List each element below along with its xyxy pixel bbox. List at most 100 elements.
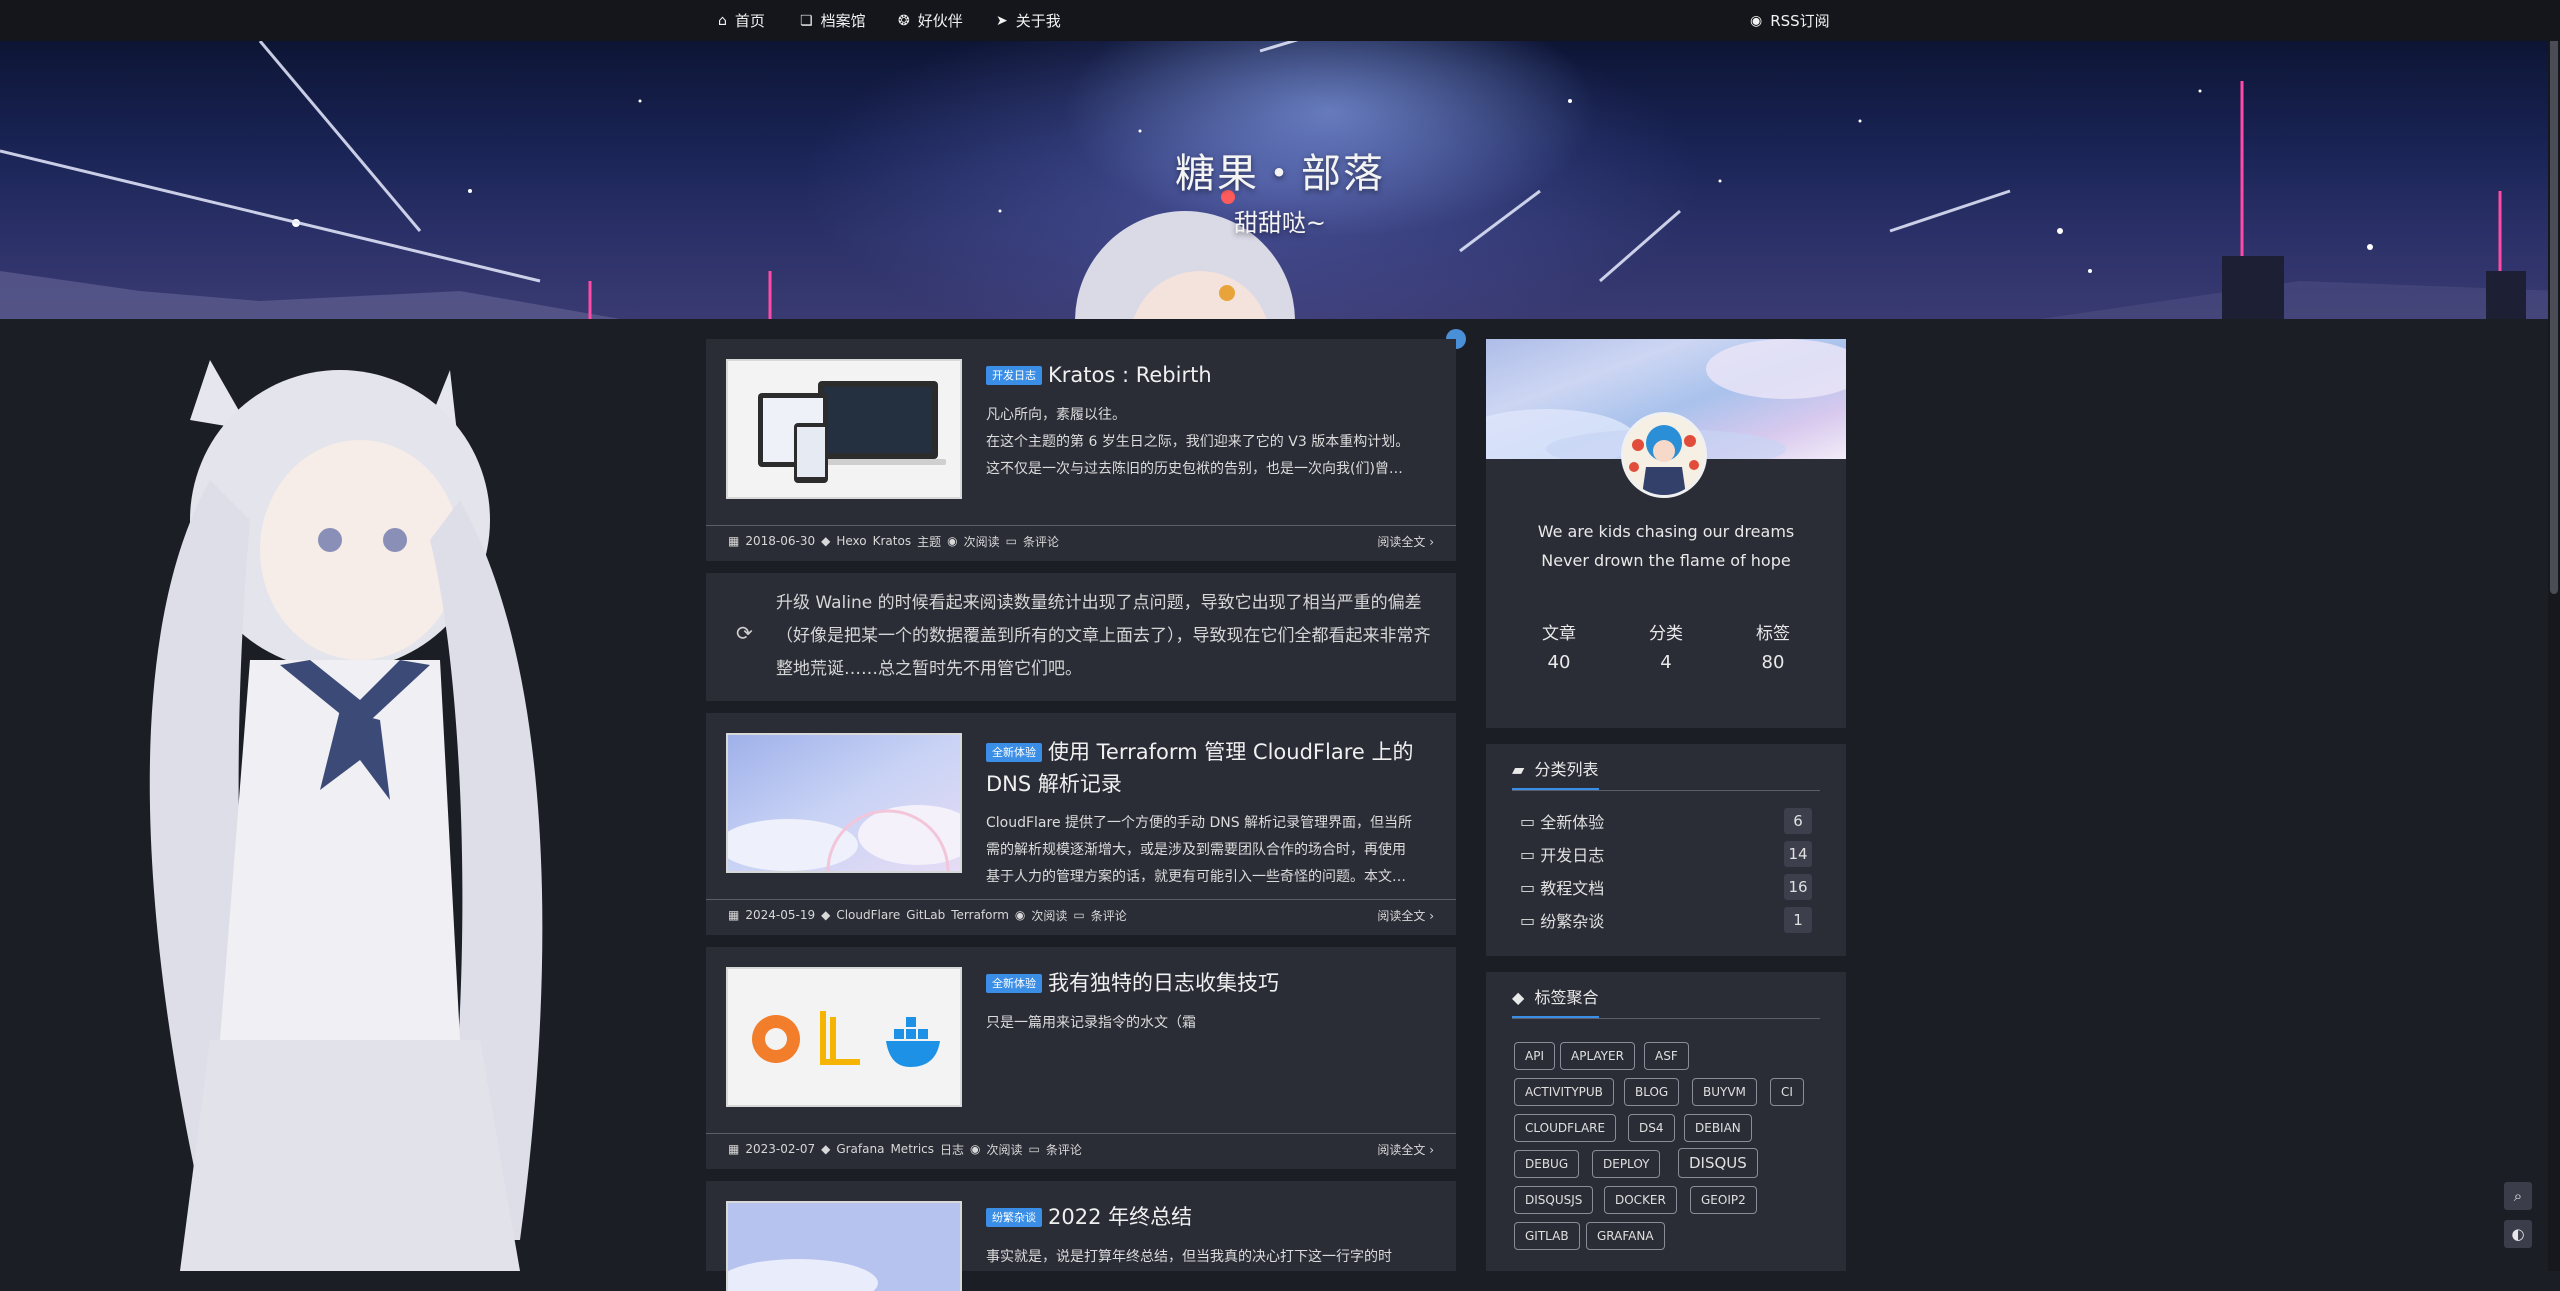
read-more-label: 阅读全文 (1377, 908, 1426, 923)
tag-chip[interactable]: DISQUS (1678, 1148, 1758, 1178)
post-tag[interactable]: Grafana (836, 1142, 884, 1156)
scrollbar-thumb[interactable] (2550, 4, 2558, 594)
tag-chip[interactable]: DOCKER (1604, 1186, 1677, 1214)
nav-friends[interactable]: ❂ 好伙伴 (898, 0, 963, 41)
stat-posts[interactable]: 文章 40 (1499, 619, 1619, 673)
tag-chip[interactable]: GITLAB (1514, 1222, 1580, 1250)
post-tag[interactable]: 日志 (940, 1141, 964, 1158)
read-more-link[interactable]: 阅读全文 › (1377, 1141, 1434, 1158)
tag-chip[interactable]: DEBIAN (1684, 1114, 1752, 1142)
nav-home[interactable]: ⌂ 首页 (718, 0, 765, 41)
post-excerpt: 事实就是，说是打算年终总结，但当我真的决心打下这一行字的时 (986, 1244, 1436, 1271)
tag-icon: ◆ (821, 908, 831, 922)
post-thumbnail[interactable] (726, 967, 962, 1107)
post-title[interactable]: 全新体验 我有独特的日志收集技巧 (986, 967, 1436, 999)
calendar-icon: ▦ (728, 1142, 740, 1156)
comment-icon: ▭ (1005, 534, 1017, 548)
post-tag[interactable]: Terraform (951, 908, 1009, 922)
post-title[interactable]: 纷繁杂谈 2022 年终总结 (986, 1201, 1436, 1233)
tag-chip[interactable]: DISQUSJS (1514, 1186, 1594, 1214)
theme-toggle-button[interactable]: ◐ (2504, 1220, 2532, 1248)
stat-value: 4 (1660, 652, 1672, 673)
tag-chip[interactable]: ASF (1644, 1042, 1689, 1070)
post-title-text[interactable]: 使用 Terraform 管理 CloudFlare 上的 DNS 解析记录 (986, 740, 1413, 796)
category-badge[interactable]: 纷繁杂谈 (986, 1208, 1042, 1227)
post-tag[interactable]: Hexo (836, 534, 866, 548)
tag-widget: ◆ 标签聚合 API APLAYER ASF ACTIVITYPUB BLOG … (1486, 972, 1846, 1271)
post-meta: ▦ 2018-06-30 ◆ Hexo Kratos 主题 ◉ 次阅读 ▭ 条评… (706, 525, 1456, 556)
category-count: 6 (1784, 808, 1812, 834)
stat-value: 80 (1761, 652, 1785, 673)
nav-rss[interactable]: ◉ RSS订阅 (1750, 0, 1830, 41)
nav-rss-label: RSS订阅 (1770, 12, 1830, 30)
stat-tags[interactable]: 标签 80 (1713, 619, 1833, 673)
stat-label: 文章 (1542, 624, 1576, 644)
post-comments[interactable]: 条评论 (1091, 907, 1127, 924)
nav-archive[interactable]: ❏ 档案馆 (800, 0, 866, 41)
excerpt-line: 只是一篇用来记录指令的水文（霜 (986, 1015, 1196, 1031)
post-title[interactable]: 开发日志 Kratos : Rebirth (986, 359, 1436, 391)
post-tag[interactable]: Metrics (890, 1142, 934, 1156)
tag-chip[interactable]: CI (1770, 1078, 1804, 1106)
category-item[interactable]: ▭ 开发日志 14 (1520, 839, 1812, 869)
category-count: 1 (1784, 907, 1812, 933)
post-title-text[interactable]: 2022 年终总结 (1048, 1205, 1192, 1229)
category-widget: ▰ 分类列表 ▭ 全新体验 6 ▭ 开发日志 14 ▭ 教程文档 16 ▭ 纷繁… (1486, 744, 1846, 956)
site-subtitle: 甜甜哒~ (1233, 209, 1327, 237)
category-name: 教程文档 (1540, 879, 1605, 898)
post-tag[interactable]: 主题 (917, 533, 941, 550)
post-meta: ▦ 2023-02-07 ◆ Grafana Metrics 日志 ◉ 次阅读 … (706, 1133, 1456, 1164)
post-views: 次阅读 (986, 1142, 1023, 1157)
category-name: 开发日志 (1540, 846, 1605, 865)
tags-icon: ◆ (1512, 988, 1525, 1007)
read-more-link[interactable]: 阅读全文 › (1377, 533, 1434, 550)
folder-open-icon: ▭ (1520, 877, 1536, 897)
post-thumbnail[interactable] (726, 733, 962, 873)
tag-chip[interactable]: DEPLOY (1592, 1150, 1661, 1178)
category-badge[interactable]: 全新体验 (986, 743, 1042, 762)
tag-chip[interactable]: APLAYER (1560, 1042, 1635, 1070)
post-thumbnail[interactable] (726, 1201, 962, 1291)
avatar-image (1624, 415, 1704, 495)
tag-chip[interactable]: CLOUDFLARE (1514, 1114, 1617, 1142)
tag-chip[interactable]: DEBUG (1514, 1150, 1580, 1178)
post-comments[interactable]: 条评论 (1046, 1141, 1082, 1158)
tag-chip[interactable]: GRAFANA (1586, 1222, 1665, 1250)
chevron-right-icon: › (1429, 534, 1434, 549)
stat-categories[interactable]: 分类 4 (1606, 619, 1726, 673)
tag-chip[interactable]: GEOIP2 (1690, 1186, 1757, 1214)
calendar-icon: ▦ (728, 534, 740, 548)
category-item[interactable]: ▭ 全新体验 6 (1520, 806, 1812, 836)
post-tag[interactable]: CloudFlare (836, 908, 900, 922)
tag-chip[interactable]: ACTIVITYPUB (1514, 1078, 1614, 1106)
post-thumbnail[interactable] (726, 359, 962, 499)
tag-chip[interactable]: BLOG (1624, 1078, 1680, 1106)
post-excerpt: 只是一篇用来记录指令的水文（霜 (986, 1010, 1436, 1040)
tag-chip[interactable]: API (1514, 1042, 1555, 1070)
post-comments[interactable]: 条评论 (1023, 533, 1059, 550)
search-button[interactable]: ⌕ (2504, 1182, 2532, 1210)
category-badge[interactable]: 开发日志 (986, 366, 1042, 385)
category-badge[interactable]: 全新体验 (986, 974, 1042, 993)
stat-label: 分类 (1649, 624, 1683, 644)
post-title-text[interactable]: Kratos : Rebirth (1048, 363, 1212, 387)
category-item[interactable]: ▭ 纷繁杂谈 1 (1520, 905, 1812, 935)
tag-chip[interactable]: BUYVM (1692, 1078, 1757, 1106)
tag-chip[interactable]: DS4 (1628, 1114, 1675, 1142)
post-tag[interactable]: GitLab (906, 908, 945, 922)
post-excerpt: CloudFlare 提供了一个方便的手动 DNS 解析记录管理界面，但当所 需… (986, 810, 1436, 882)
category-item[interactable]: ▭ 教程文档 16 (1520, 872, 1812, 902)
excerpt-line: 需的解析规模逐渐增大，或是涉及到需要团队合作的场合时，再使用 (986, 842, 1406, 858)
devices-mockup-image (728, 361, 960, 497)
post-tag[interactable]: Kratos (873, 534, 911, 548)
refresh-icon: ⟳ (736, 621, 753, 645)
avatar[interactable] (1621, 412, 1707, 498)
folder-open-icon: ▭ (1520, 811, 1536, 831)
post-title-text[interactable]: 我有独特的日志收集技巧 (1048, 971, 1279, 995)
excerpt-line: 基于人力的管理方案的话，就更有可能引入一些奇怪的问题。本文… (986, 869, 1406, 882)
post-excerpt: 凡心所向，素履以往。 在这个主题的第 6 岁生日之际，我们迎来了它的 V3 版本… (986, 402, 1436, 486)
nav-about[interactable]: ➤ 关于我 (996, 0, 1061, 41)
sky-clouds-image (728, 735, 960, 871)
read-more-link[interactable]: 阅读全文 › (1377, 907, 1434, 924)
post-title[interactable]: 全新体验 使用 Terraform 管理 CloudFlare 上的 DNS 解析… (986, 736, 1436, 800)
